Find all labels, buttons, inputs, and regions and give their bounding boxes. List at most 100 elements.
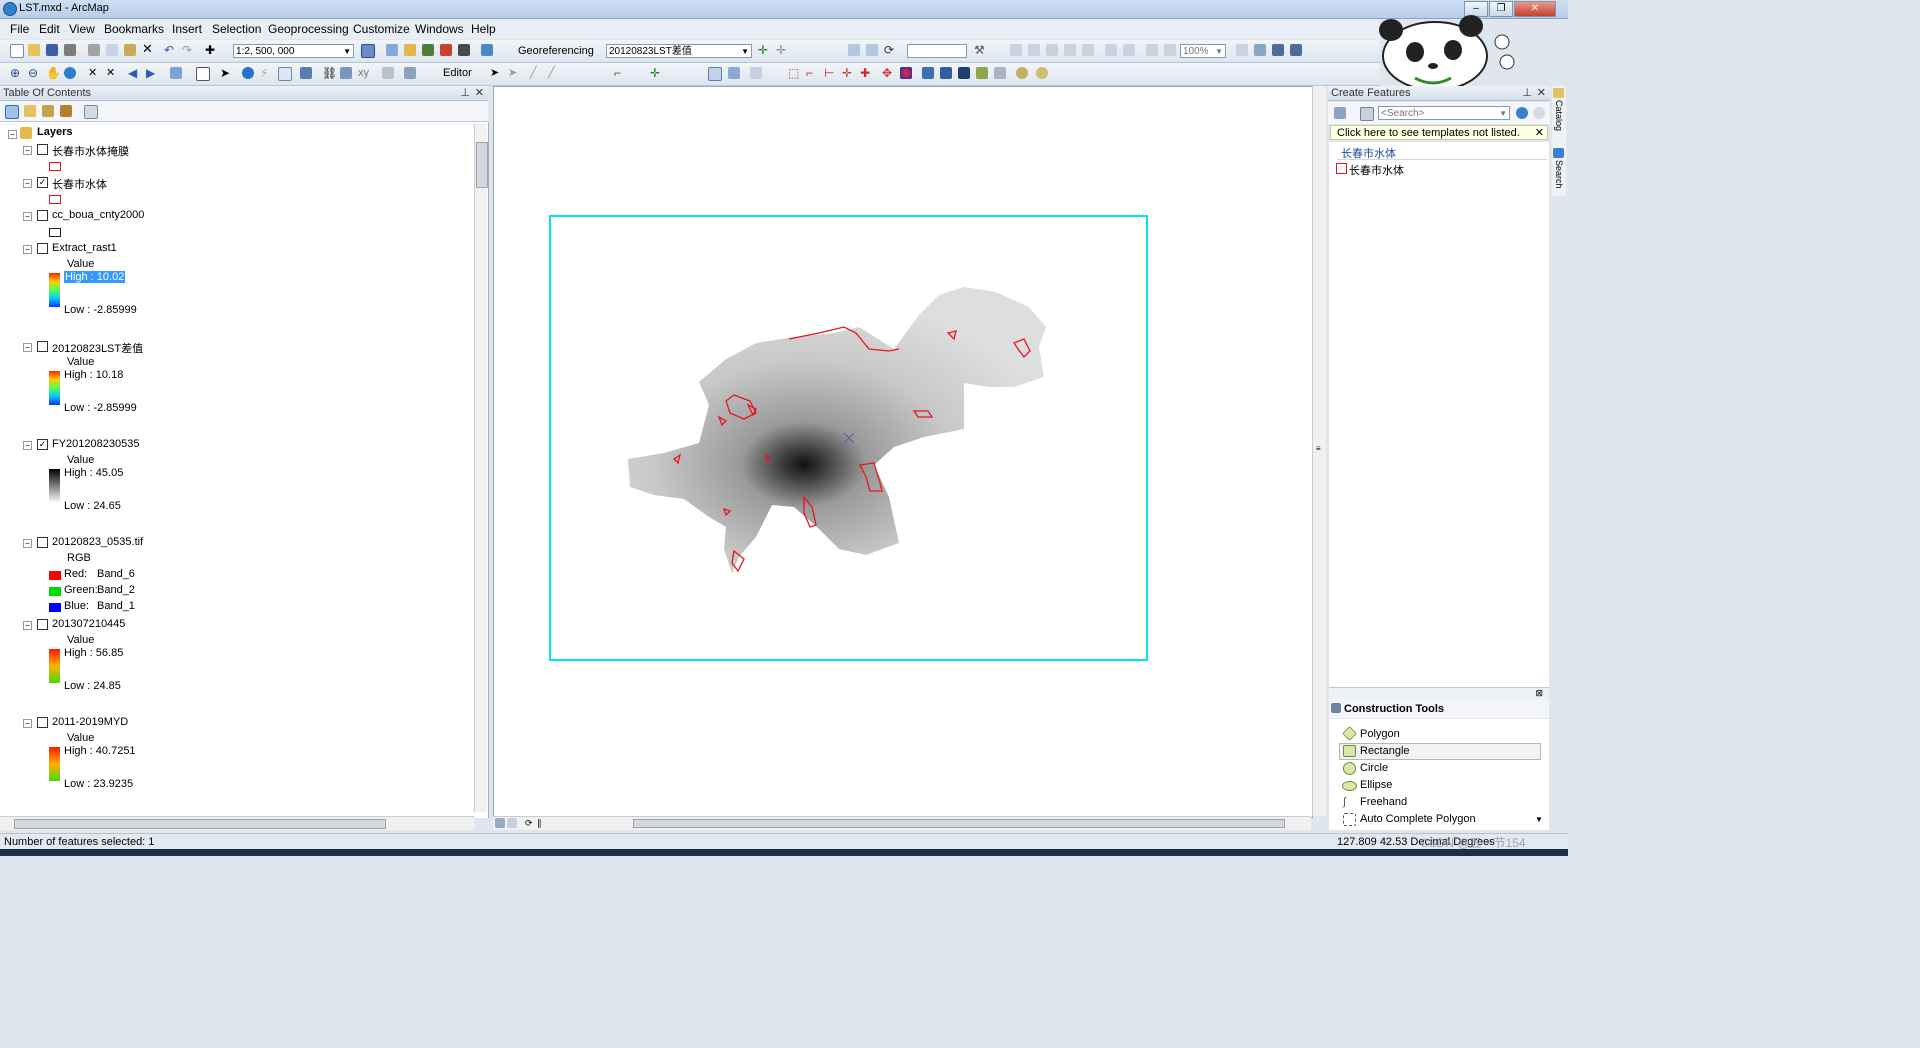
template-search-icon[interactable]	[1516, 107, 1528, 119]
search-window-icon[interactable]	[422, 44, 434, 56]
layer-name[interactable]: 20120823LST差值	[52, 340, 143, 356]
edgematch-icon[interactable]	[958, 67, 970, 79]
zoom-out-icon[interactable]: ⊖	[28, 67, 40, 79]
trace-icon[interactable]: ╱	[548, 67, 560, 79]
spatial-adjust-icon[interactable]	[922, 67, 934, 79]
hint-close-icon[interactable]: ✕	[1535, 126, 1544, 141]
topology-edit-icon[interactable]: ⌐	[614, 67, 626, 79]
measure-icon[interactable]	[300, 67, 312, 79]
scroll-grip-icon[interactable]: ≡	[1316, 445, 1322, 453]
layer-visibility-checkbox[interactable]	[37, 717, 48, 728]
layers-root-label[interactable]: Layers	[37, 126, 72, 138]
color-wheel-icon[interactable]	[900, 67, 912, 79]
snap-intersection-icon[interactable]: ✚	[860, 67, 872, 79]
auto-complete-polygon-icon[interactable]	[1343, 813, 1356, 826]
arctoolbox-icon[interactable]	[440, 44, 452, 56]
rubbersheet-icon[interactable]	[940, 67, 952, 79]
modelbuilder-icon[interactable]	[481, 44, 493, 56]
green-band-swatch[interactable]	[49, 587, 61, 596]
toc-close-icon[interactable]: ✕	[475, 86, 484, 101]
view-link-table-icon[interactable]	[848, 44, 860, 56]
panel-splitter[interactable]: ⊠	[1329, 687, 1549, 700]
hammer-icon[interactable]: ⚒	[974, 44, 986, 56]
snap-end-icon[interactable]: ✛	[842, 67, 854, 79]
fixed-zoom-in-icon[interactable]: ✕	[88, 67, 100, 79]
menu-insert[interactable]: Insert	[172, 22, 202, 36]
rectangle-tool-icon[interactable]	[1343, 745, 1356, 757]
construction-tool-freehand[interactable]: Freehand	[1360, 796, 1407, 808]
hyperlink-icon[interactable]: ⚡	[260, 67, 272, 79]
layer-name[interactable]: 201307210445	[52, 618, 125, 630]
construction-tool-rectangle[interactable]: Rectangle	[1360, 745, 1410, 757]
straight-segment-icon[interactable]: ╱	[530, 67, 542, 79]
layout-tool-12-icon[interactable]	[1272, 44, 1284, 56]
layer-visibility-checkbox[interactable]: ✓	[37, 177, 48, 188]
menu-geoprocessing[interactable]: Geoprocessing	[268, 22, 349, 36]
layer-expander[interactable]: −	[23, 179, 32, 188]
list-by-drawing-order-icon[interactable]	[5, 105, 19, 119]
menu-help[interactable]: Help	[471, 22, 496, 36]
template-item[interactable]: 长春市水体	[1349, 162, 1404, 178]
menu-file[interactable]: File	[10, 22, 29, 36]
legend-high-label[interactable]: High : 10.02	[64, 271, 126, 283]
python-window-icon[interactable]	[458, 44, 470, 56]
undo-icon[interactable]: ↶	[164, 44, 176, 56]
templates-hint-bar[interactable]: Click here to see templates not listed. …	[1330, 125, 1548, 140]
layout-tool-8-icon[interactable]	[1146, 44, 1158, 56]
identify-icon[interactable]	[242, 67, 254, 79]
data-view-icon[interactable]	[495, 818, 505, 828]
polygon-symbol-swatch[interactable]	[49, 228, 61, 237]
layer-name[interactable]: 20120823_0535.tif	[52, 536, 143, 548]
pan-icon[interactable]: ✋	[46, 67, 61, 79]
menu-selection[interactable]: Selection	[212, 22, 261, 36]
snap-vertex-icon[interactable]: ⌐	[806, 67, 818, 79]
list-by-source-icon[interactable]	[24, 105, 36, 117]
templates-hint-text[interactable]: Click here to see templates not listed.	[1337, 127, 1520, 139]
map-view[interactable]	[493, 86, 1313, 818]
layer-visibility-checkbox[interactable]	[37, 341, 48, 352]
create-features-window-icon[interactable]	[750, 67, 762, 79]
print-icon[interactable]	[64, 44, 76, 56]
georef-layer-combo[interactable]: 20120823LST差值 ▼	[606, 44, 752, 58]
layout-zoom-combo[interactable]: 100% ▼	[1180, 44, 1226, 58]
template-properties-icon[interactable]	[1360, 107, 1374, 121]
polygon-template-swatch[interactable]	[1336, 163, 1347, 174]
find-icon[interactable]: ⛓	[322, 67, 337, 79]
layout-tool-7-icon[interactable]	[1123, 44, 1135, 56]
map-canvas[interactable]	[494, 87, 1312, 817]
menu-edit[interactable]: Edit	[39, 22, 60, 36]
layer-name[interactable]: 2011-2019MYD	[52, 716, 128, 728]
menu-windows[interactable]: Windows	[415, 22, 464, 36]
toc-window-icon[interactable]	[386, 44, 398, 56]
layout-tool-4-icon[interactable]	[1064, 44, 1076, 56]
search-side-tab[interactable]: Search	[1554, 160, 1564, 189]
layer-expander[interactable]: −	[23, 212, 32, 221]
cut-icon[interactable]	[88, 44, 100, 56]
rectify-icon[interactable]	[866, 44, 878, 56]
georeferencing-menu[interactable]: Georeferencing	[518, 45, 594, 57]
delete-icon[interactable]: ✕	[142, 42, 154, 55]
layout-tool-6-icon[interactable]	[1105, 44, 1117, 56]
edit-annotation-icon[interactable]: ➤	[508, 67, 520, 79]
layout-tool-11-icon[interactable]	[1254, 44, 1266, 56]
layer-name[interactable]: cc_boua_cnty2000	[52, 209, 144, 221]
color-ramp-swatch[interactable]	[49, 371, 60, 405]
organize-templates-icon[interactable]	[1334, 107, 1346, 119]
zoom-in-icon[interactable]: ⊕	[10, 67, 22, 79]
ellipse-tool-icon[interactable]	[1342, 781, 1357, 791]
catalog-side-tab[interactable]: Catalog	[1554, 100, 1564, 131]
editor-menu[interactable]: Editor	[443, 67, 472, 79]
tools-scroll-down-icon[interactable]: ▼	[1535, 815, 1543, 824]
editor-toolbar-icon[interactable]	[361, 44, 375, 58]
create-features-close-icon[interactable]: ✕	[1537, 86, 1546, 101]
lst-raster-region[interactable]	[628, 287, 1046, 573]
table-tool-icon[interactable]	[994, 67, 1006, 79]
globe-tool-2-icon[interactable]	[1036, 67, 1048, 79]
full-extent-icon[interactable]	[64, 67, 76, 79]
toc-pin-icon[interactable]: ⊥	[460, 86, 470, 101]
color-ramp-swatch[interactable]	[49, 649, 60, 683]
save-icon[interactable]	[46, 44, 58, 56]
layout-tool-10-icon[interactable]	[1236, 44, 1248, 56]
layer-visibility-checkbox[interactable]	[37, 619, 48, 630]
layout-tool-13-icon[interactable]	[1290, 44, 1302, 56]
